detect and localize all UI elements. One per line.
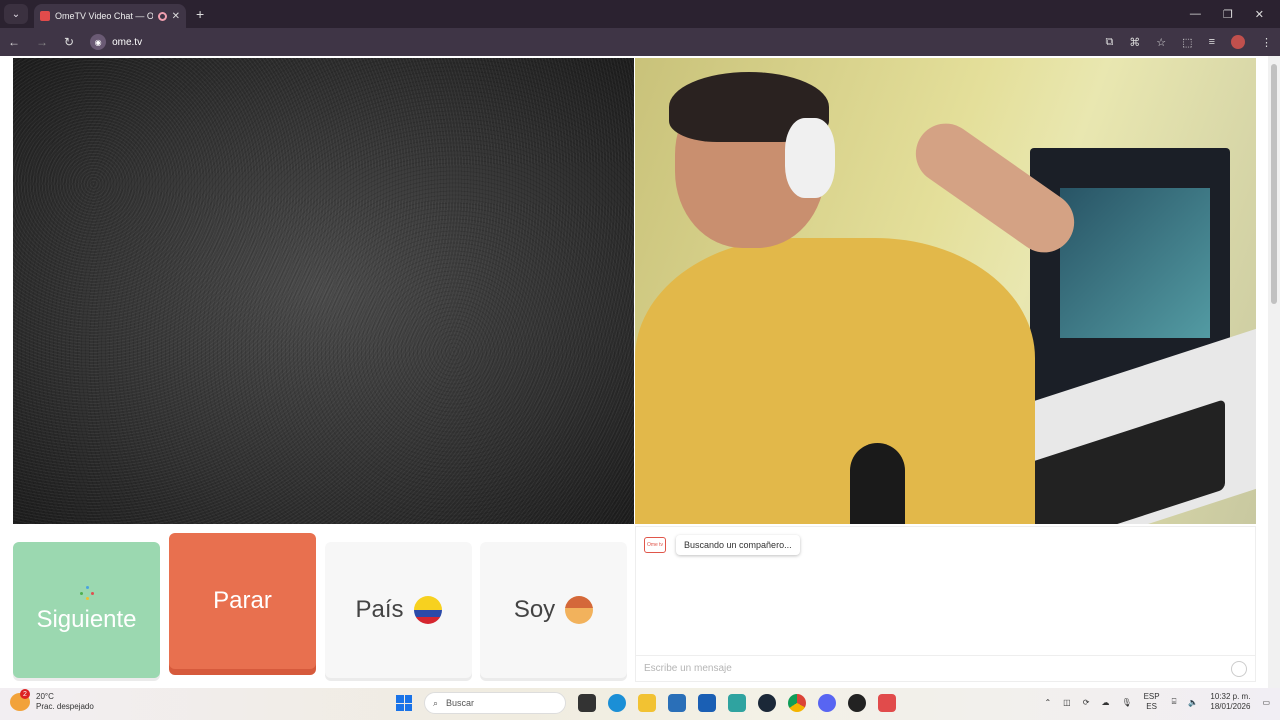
clock-time: 10:32 p. m. bbox=[1210, 692, 1251, 701]
page-scrollbar[interactable] bbox=[1268, 56, 1280, 688]
tray-mic-icon[interactable]: 🎙 bbox=[1121, 698, 1131, 707]
file-explorer-icon[interactable] bbox=[638, 694, 656, 712]
video-scene-headphones bbox=[785, 118, 835, 198]
toolbar-actions: ⧉ ⌘ ☆ ⬚ ≡ ⋮ bbox=[1105, 35, 1272, 49]
ometv-favicon-icon bbox=[40, 11, 50, 21]
ometv-logo-icon: Ome tv bbox=[644, 537, 666, 553]
scrollbar-thumb[interactable] bbox=[1271, 64, 1277, 304]
clock-date: 18/01/2026 bbox=[1210, 702, 1251, 711]
self-camera-video bbox=[635, 58, 1256, 524]
video-scene-microphone bbox=[850, 443, 905, 524]
weather-widget[interactable]: 2 20°C Prac. despejado bbox=[10, 689, 94, 712]
system-tray: ⌃ ◫ ⟳ ☁ 🎙 ESP ES ⌸ 🔈 10:32 p. m. 18/01/2… bbox=[1044, 692, 1270, 712]
input-language[interactable]: ESP ES bbox=[1144, 692, 1160, 712]
stop-button-label: Parar bbox=[213, 587, 272, 614]
video-scene-person-body bbox=[635, 238, 1035, 524]
restore-icon[interactable]: ❐ bbox=[1223, 8, 1233, 21]
taskbar-apps: ⌕ Buscar bbox=[396, 692, 896, 714]
window-controls: — ❐ ✕ bbox=[1190, 8, 1280, 21]
language-code: ESP bbox=[1143, 692, 1160, 701]
show-hidden-icons-icon[interactable]: ⌃ bbox=[1044, 698, 1051, 707]
extensions-icon[interactable]: ⬚ bbox=[1182, 36, 1192, 49]
steam-icon[interactable] bbox=[758, 694, 776, 712]
site-info-icon[interactable]: ◉ bbox=[90, 34, 107, 50]
tray-app-icon[interactable]: ◫ bbox=[1063, 698, 1071, 707]
app-icon[interactable] bbox=[728, 694, 746, 712]
emoji-picker-icon[interactable] bbox=[1231, 660, 1247, 677]
loading-spinner-icon bbox=[79, 586, 94, 600]
next-button-label: Siguiente bbox=[36, 606, 137, 633]
country-button-label: País bbox=[355, 596, 404, 623]
store-icon[interactable] bbox=[668, 694, 686, 712]
notifications-icon[interactable]: ▭ bbox=[1262, 698, 1270, 707]
weather-desc: Prac. despejado bbox=[36, 702, 94, 711]
install-app-icon[interactable]: ⧉ bbox=[1105, 36, 1113, 49]
weather-sun-icon: 2 bbox=[10, 689, 30, 711]
search-placeholder: Buscar bbox=[446, 698, 475, 708]
status-message-bubble: Buscando un compañero... bbox=[676, 535, 800, 555]
colombia-flag-icon bbox=[413, 596, 442, 624]
active-app-icon[interactable] bbox=[878, 694, 896, 712]
new-tab-button[interactable]: + bbox=[196, 6, 204, 22]
country-filter-button[interactable]: País bbox=[325, 542, 472, 678]
browser-tab-ometv[interactable]: OmeTV Video Chat — Ome ✕ bbox=[34, 4, 186, 28]
recording-indicator-icon bbox=[157, 11, 167, 21]
close-tab-icon[interactable]: ✕ bbox=[172, 11, 180, 22]
partner-video-static bbox=[13, 58, 634, 524]
gender-button-label: Soy bbox=[513, 596, 556, 623]
message-input-bar bbox=[636, 655, 1255, 681]
gender-select-button[interactable]: Soy bbox=[480, 542, 627, 678]
outlook-icon[interactable] bbox=[698, 694, 716, 712]
forward-icon[interactable]: → bbox=[36, 35, 48, 49]
search-icon: ⌕ bbox=[433, 697, 439, 708]
boy-emoji-icon bbox=[565, 596, 594, 624]
browser-menu-icon[interactable]: ⋮ bbox=[1261, 36, 1272, 49]
translate-icon[interactable]: ⌘ bbox=[1129, 36, 1140, 49]
next-button[interactable]: Siguiente bbox=[13, 542, 160, 678]
app-dark-icon[interactable] bbox=[848, 694, 866, 712]
chrome-icon[interactable] bbox=[788, 694, 806, 712]
tray-sync-icon[interactable]: ⟳ bbox=[1083, 698, 1090, 707]
ometv-page: Siguiente Parar País Soy Ome tv Buscando… bbox=[0, 56, 1280, 688]
task-view-icon[interactable] bbox=[578, 694, 596, 712]
edge-icon[interactable] bbox=[608, 694, 626, 712]
keyboard-code: ES bbox=[1146, 702, 1157, 711]
browser-nav-bar: ← → ↻ ◉ ome.tv ⧉ ⌘ ☆ ⬚ ≡ ⋮ bbox=[0, 28, 1280, 56]
close-window-icon[interactable]: ✕ bbox=[1255, 8, 1264, 21]
volume-icon[interactable]: 🔈 bbox=[1188, 698, 1198, 707]
reload-icon[interactable]: ↻ bbox=[64, 35, 74, 49]
tab-title: OmeTV Video Chat — Ome bbox=[55, 11, 153, 21]
back-icon[interactable]: ← bbox=[8, 35, 20, 49]
chat-panel: Ome tv Buscando un compañero... bbox=[635, 526, 1256, 682]
discord-icon[interactable] bbox=[818, 694, 836, 712]
windows-taskbar: 2 20°C Prac. despejado ⌕ Buscar ⌃ ◫ ⟳ ☁ … bbox=[0, 688, 1280, 720]
minimize-icon[interactable]: — bbox=[1190, 8, 1201, 21]
taskbar-search[interactable]: ⌕ Buscar bbox=[424, 692, 566, 714]
tab-search-button[interactable]: ⌄ bbox=[4, 4, 28, 24]
profile-avatar[interactable] bbox=[1231, 35, 1245, 49]
notification-badge: 2 bbox=[20, 689, 30, 699]
stop-button[interactable]: Parar bbox=[169, 533, 316, 669]
start-windows-icon[interactable] bbox=[396, 695, 412, 711]
bookmark-star-icon[interactable]: ☆ bbox=[1156, 36, 1166, 49]
browser-tab-bar: ⌄ OmeTV Video Chat — Ome ✕ + — ❐ ✕ bbox=[0, 0, 1280, 28]
message-input[interactable] bbox=[644, 663, 1231, 674]
chat-message: Ome tv Buscando un compañero... bbox=[644, 535, 800, 555]
address-bar[interactable]: ◉ ome.tv bbox=[90, 34, 142, 50]
tray-cloud-icon[interactable]: ☁ bbox=[1101, 698, 1109, 707]
url-text: ome.tv bbox=[112, 36, 143, 48]
weather-temp: 20°C bbox=[36, 692, 54, 701]
clock[interactable]: 10:32 p. m. 18/01/2026 bbox=[1210, 692, 1250, 712]
network-icon[interactable]: ⌸ bbox=[1172, 697, 1177, 707]
media-controls-icon[interactable]: ≡ bbox=[1209, 36, 1215, 48]
